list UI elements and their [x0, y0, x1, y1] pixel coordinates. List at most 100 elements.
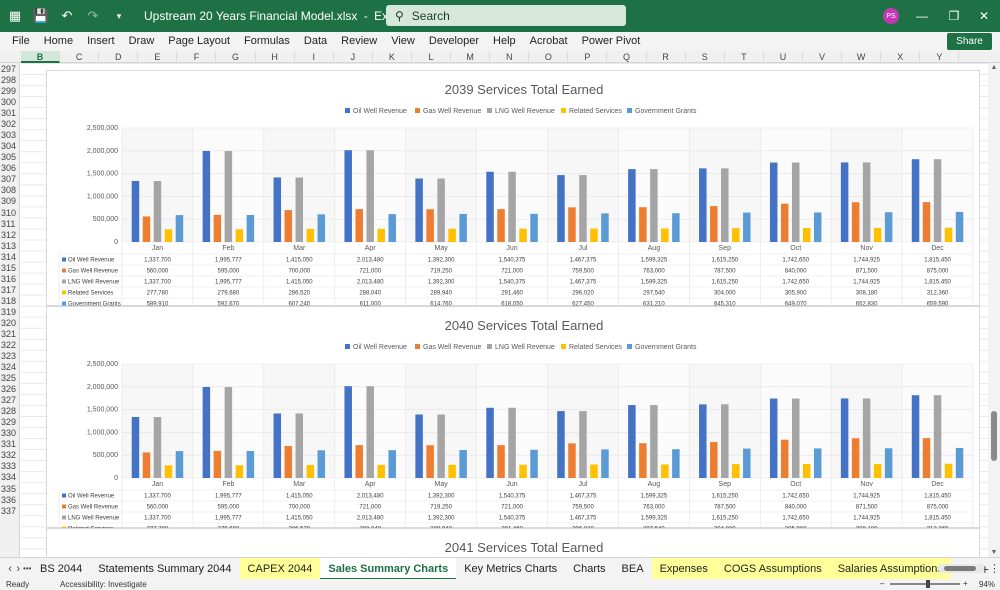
row-header-337[interactable]: 337	[0, 506, 19, 517]
bar-lng-well-revenue[interactable]	[862, 162, 871, 242]
column-header-o[interactable]: O	[529, 51, 569, 63]
customize-toolbar-icon[interactable]: ▾	[108, 5, 130, 27]
bar-lng-well-revenue[interactable]	[791, 398, 800, 478]
bar-oil-well-revenue[interactable]	[557, 175, 565, 242]
column-header-v[interactable]: V	[803, 51, 843, 63]
row-header-313[interactable]: 313	[0, 241, 19, 252]
row-header-319[interactable]: 319	[0, 307, 19, 318]
bar-lng-well-revenue[interactable]	[791, 162, 800, 242]
zoom-out-icon[interactable]: –	[880, 579, 884, 588]
row-header-332[interactable]: 332	[0, 450, 19, 461]
bar-gas-well-revenue[interactable]	[497, 445, 505, 478]
row-header-297[interactable]: 297	[0, 64, 19, 75]
restore-icon[interactable]: ❐	[938, 0, 970, 32]
tab-prev-icon[interactable]: ‹	[6, 563, 14, 575]
bar-gas-well-revenue[interactable]	[568, 443, 576, 478]
column-header-x[interactable]: X	[881, 51, 921, 63]
sheet-tab-cogs-assumptions[interactable]: COGS Assumptions	[715, 557, 830, 580]
bar-oil-well-revenue[interactable]	[628, 169, 636, 242]
bar-oil-well-revenue[interactable]	[415, 414, 423, 478]
bar-oil-well-revenue[interactable]	[911, 395, 920, 478]
row-header-305[interactable]: 305	[0, 152, 19, 163]
column-header-k[interactable]: K	[373, 51, 412, 63]
bar-gas-well-revenue[interactable]	[639, 443, 647, 478]
row-header-310[interactable]: 310	[0, 208, 19, 219]
bar-lng-well-revenue[interactable]	[579, 175, 587, 242]
bar-government-grants[interactable]	[813, 448, 822, 478]
row-header-302[interactable]: 302	[0, 119, 19, 130]
bar-oil-well-revenue[interactable]	[557, 411, 565, 478]
bar-related-services[interactable]	[590, 464, 598, 478]
bar-government-grants[interactable]	[246, 214, 255, 242]
row-header-312[interactable]: 312	[0, 230, 19, 241]
bar-gas-well-revenue[interactable]	[922, 202, 931, 242]
menu-file[interactable]: File	[0, 32, 37, 51]
bar-oil-well-revenue[interactable]	[840, 398, 849, 478]
row-header-308[interactable]: 308	[0, 185, 19, 196]
menu-acrobat[interactable]: Acrobat	[523, 32, 575, 51]
bar-related-services[interactable]	[306, 464, 315, 478]
row-header-301[interactable]: 301	[0, 108, 19, 119]
bar-government-grants[interactable]	[955, 447, 964, 478]
bar-government-grants[interactable]	[884, 448, 893, 478]
row-header-318[interactable]: 318	[0, 296, 19, 307]
bar-government-grants[interactable]	[743, 212, 751, 242]
column-header-t[interactable]: T	[725, 51, 764, 63]
bar-gas-well-revenue[interactable]	[710, 206, 718, 242]
zoom-slider-thumb[interactable]	[926, 580, 930, 588]
menu-data[interactable]: Data	[297, 32, 334, 51]
row-header-311[interactable]: 311	[0, 219, 19, 230]
row-header-333[interactable]: 333	[0, 461, 19, 472]
bar-lng-well-revenue[interactable]	[650, 405, 658, 478]
bar-related-services[interactable]	[235, 465, 244, 478]
bar-gas-well-revenue[interactable]	[213, 450, 222, 478]
bar-government-grants[interactable]	[530, 213, 538, 242]
row-header-325[interactable]: 325	[0, 373, 19, 384]
bar-oil-well-revenue[interactable]	[202, 150, 211, 242]
bar-oil-well-revenue[interactable]	[344, 386, 352, 478]
bar-related-services[interactable]	[802, 228, 811, 242]
bar-related-services[interactable]	[590, 228, 598, 242]
column-header-r[interactable]: R	[647, 51, 686, 63]
bar-related-services[interactable]	[732, 228, 740, 242]
column-header-d[interactable]: D	[99, 51, 139, 63]
menu-view[interactable]: View	[384, 32, 422, 51]
bar-oil-well-revenue[interactable]	[699, 404, 707, 478]
row-header-314[interactable]: 314	[0, 252, 19, 263]
bar-gas-well-revenue[interactable]	[284, 210, 293, 242]
bar-government-grants[interactable]	[813, 212, 822, 242]
menu-home[interactable]: Home	[37, 32, 80, 51]
bar-related-services[interactable]	[873, 463, 882, 478]
bar-lng-well-revenue[interactable]	[295, 177, 304, 242]
bar-gas-well-revenue[interactable]	[426, 445, 434, 478]
redo-icon[interactable]: ↷	[82, 5, 104, 27]
bar-related-services[interactable]	[944, 463, 953, 478]
tab-split-icon[interactable]: ⋮	[989, 562, 1000, 575]
bar-gas-well-revenue[interactable]	[780, 439, 789, 478]
row-header-307[interactable]: 307	[0, 174, 19, 185]
column-header-l[interactable]: L	[412, 51, 452, 63]
zoom-level[interactable]: 94%	[979, 580, 995, 589]
bar-oil-well-revenue[interactable]	[486, 407, 494, 478]
sheet-tab-bs-2044[interactable]: BS 2044	[32, 558, 90, 580]
close-icon[interactable]: ✕	[968, 0, 1000, 32]
row-header-304[interactable]: 304	[0, 141, 19, 152]
horizontal-scroll-thumb[interactable]	[944, 566, 976, 571]
bar-government-grants[interactable]	[955, 211, 964, 242]
sheet-tab-sales-summary-charts[interactable]: Sales Summary Charts	[320, 557, 457, 580]
column-header-n[interactable]: N	[490, 51, 530, 63]
bar-related-services[interactable]	[732, 464, 740, 478]
menu-help[interactable]: Help	[486, 32, 523, 51]
bar-lng-well-revenue[interactable]	[224, 386, 233, 478]
chart-1[interactable]: 2040 Services Total Earned Oil Well Reven…	[46, 306, 980, 529]
bar-gas-well-revenue[interactable]	[497, 209, 505, 242]
bar-lng-well-revenue[interactable]	[508, 171, 516, 242]
avatar[interactable]: PS	[883, 8, 899, 24]
row-header-328[interactable]: 328	[0, 406, 19, 417]
column-header-f[interactable]: F	[177, 51, 217, 63]
bar-gas-well-revenue[interactable]	[568, 207, 576, 242]
bar-government-grants[interactable]	[601, 213, 609, 242]
bar-lng-well-revenue[interactable]	[579, 411, 587, 478]
bar-oil-well-revenue[interactable]	[202, 386, 211, 478]
row-header-321[interactable]: 321	[0, 329, 19, 340]
